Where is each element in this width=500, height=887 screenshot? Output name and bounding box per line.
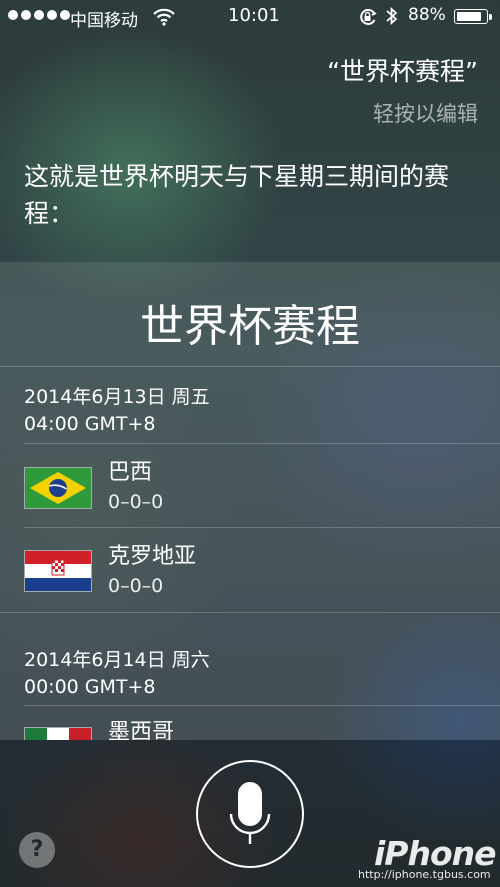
siri-mic-button[interactable]: [196, 760, 304, 868]
carrier-name: 中国移动: [70, 11, 138, 31]
watermark-url: http://iphone.tgbus.com: [358, 868, 491, 881]
croatia-flag-icon: [24, 550, 92, 592]
match-time: 04:00 GMT+8: [24, 413, 156, 435]
team-name: 墨西哥: [108, 720, 175, 740]
divider: [24, 443, 500, 444]
mexico-flag-icon: [24, 727, 92, 740]
match-time: 00:00 GMT+8: [24, 676, 156, 698]
battery-percent: 88%: [408, 5, 446, 25]
clock: 10:01: [228, 5, 280, 26]
divider: [0, 366, 500, 367]
divider: [24, 705, 500, 706]
match-date: 2014年6月14日 周六: [24, 649, 210, 671]
help-button[interactable]: ?: [19, 832, 55, 868]
microphone-icon: [229, 782, 271, 844]
wifi-icon: [153, 8, 175, 31]
divider: [24, 527, 500, 528]
status-bar: 中国移动 10:01 88%: [0, 0, 500, 34]
siri-answer-text: 这就是世界杯明天与下星期三期间的赛程：: [24, 162, 450, 228]
team-record: 0–0–0: [108, 491, 164, 513]
battery-icon: [454, 9, 492, 24]
siri-query-text[interactable]: “世界杯赛程”: [327, 52, 478, 88]
schedule-title: 世界杯赛程: [140, 301, 360, 352]
signal-dots-icon: [8, 10, 70, 20]
brazil-flag-icon: [24, 467, 92, 509]
team-record: 0–0–0: [108, 575, 164, 597]
team-name: 克罗地亚: [108, 544, 197, 569]
battery-level-fill: [457, 12, 481, 21]
match-date: 2014年6月13日 周五: [24, 386, 210, 408]
orientation-lock-icon: [358, 8, 378, 31]
bluetooth-icon: [385, 5, 399, 32]
divider: [0, 612, 500, 613]
tap-to-edit-hint[interactable]: 轻按以编辑: [373, 98, 478, 128]
team-name: 巴西: [108, 460, 153, 485]
schedule-panel[interactable]: 世界杯赛程 2014年6月13日 周五 04:00 GMT+8 巴西 0–0–0: [0, 262, 500, 740]
